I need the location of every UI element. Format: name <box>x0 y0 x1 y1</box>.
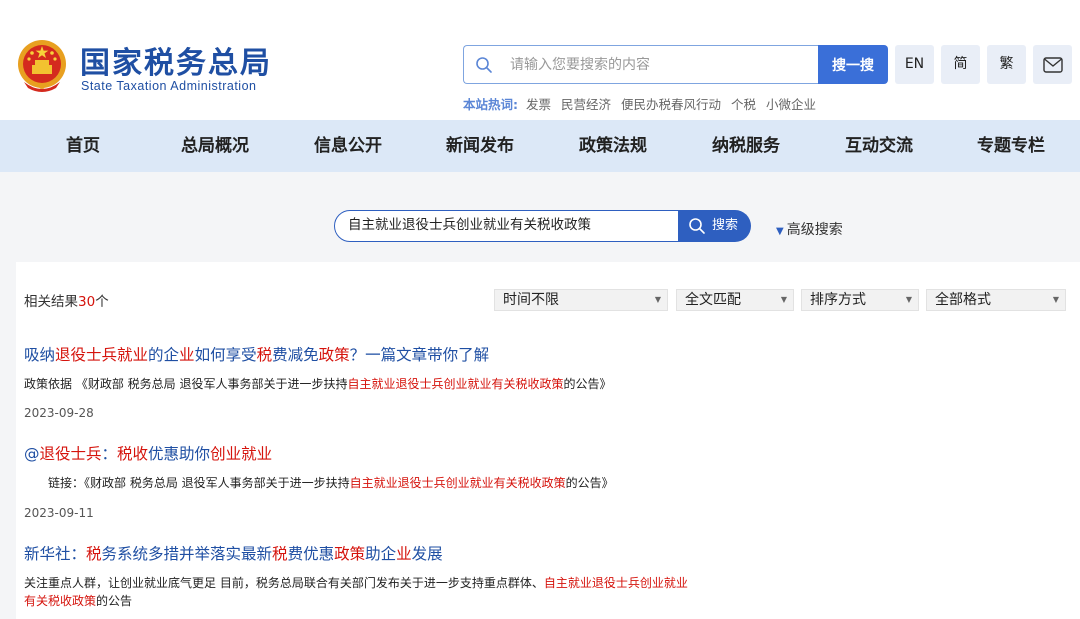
match-filter-value: 全文匹配 <box>685 292 741 308</box>
text-segment: ： <box>101 445 118 463</box>
match-filter-select[interactable]: 全文匹配 ▼ <box>676 289 794 311</box>
nav-item-special-topics[interactable]: 专题专栏 <box>956 120 1066 172</box>
query-input[interactable]: 自主就业退役士兵创业就业有关税收政策 <box>334 210 680 242</box>
text-segment: 的公告》 <box>565 476 614 490</box>
text-segment: 助企 <box>365 545 397 563</box>
site-search-button[interactable]: 搜一搜 <box>818 45 888 84</box>
search-icon <box>689 218 705 234</box>
lang-traditional-button[interactable]: 繁 <box>987 45 1026 84</box>
search-icon <box>476 57 492 73</box>
keyword-highlight: 自主就业退役士兵创业就业 <box>543 576 688 590</box>
nav-item-news[interactable]: 新闻发布 <box>425 120 535 172</box>
result-snippet: 链接：《财政部 税务总局 退役军人事务部关于进一步扶持自主就业退役士兵创业就业有… <box>48 474 614 491</box>
nav-item-tax-service[interactable]: 纳税服务 <box>691 120 801 172</box>
text-segment: 发展 <box>411 545 443 563</box>
keyword-highlight: 政策 <box>334 545 366 563</box>
result-count-prefix: 相关结果 <box>24 294 78 310</box>
keyword-highlight: 税 <box>86 545 102 563</box>
keyword-highlight: 自主就业退役士兵创业就业有关税收政策 <box>349 476 566 490</box>
hot-words: 本站热词: 发票 民营经济 便民办税春风行动 个税 小微企业 <box>463 94 822 113</box>
main-nav: 首页 总局概况 信息公开 新闻发布 政策法规 纳税服务 互动交流 专题专栏 <box>0 120 1080 172</box>
format-filter-value: 全部格式 <box>935 292 991 308</box>
lang-simplified-button[interactable]: 简 <box>941 45 980 84</box>
mail-button[interactable] <box>1033 45 1072 84</box>
result-snippet: 有关税收政策的公告 <box>24 592 132 609</box>
result-count: 相关结果30个 <box>24 290 109 310</box>
advanced-search-label: 高级搜索 <box>786 222 843 238</box>
hot-word-link[interactable]: 便民办税春风行动 <box>621 97 721 112</box>
keyword-highlight: 退役士兵 <box>39 445 102 463</box>
text-segment: @ <box>24 445 40 463</box>
result-snippet: 关注重点人群，让创业就业底气更足 目前，税务总局联合有关部门发布关于进一步支持重… <box>24 574 688 591</box>
result-count-number: 30 <box>78 294 96 310</box>
site-search-box <box>463 45 819 84</box>
text-segment: 务系统多措并举落实最新 <box>101 545 273 563</box>
nav-item-home[interactable]: 首页 <box>28 120 138 172</box>
advanced-search-link[interactable]: ▼ 高级搜索 <box>776 219 843 239</box>
lang-en-button[interactable]: EN <box>895 45 934 84</box>
text-segment: 链接：《财政部 税务总局 退役军人事务部关于进一步扶持 <box>48 476 350 490</box>
time-filter-value: 时间不限 <box>503 292 559 308</box>
mail-icon <box>1042 57 1063 73</box>
text-segment: 费减免 <box>272 346 319 364</box>
keyword-highlight: 业 <box>179 346 195 364</box>
sort-filter-value: 排序方式 <box>810 292 866 308</box>
keyword-highlight: 税 <box>256 346 273 364</box>
nav-item-policy[interactable]: 政策法规 <box>558 120 668 172</box>
hot-word-link[interactable]: 个税 <box>731 97 756 112</box>
sort-filter-select[interactable]: 排序方式 ▼ <box>801 289 919 311</box>
result-title-link[interactable]: @退役士兵：税收优惠助你创业就业 <box>24 442 272 464</box>
hot-words-label: 本站热词: <box>463 97 518 112</box>
keyword-highlight: 税 <box>272 545 288 563</box>
result-snippet: 政策依据 《财政部 税务总局 退役军人事务部关于进一步扶持自主就业退役士兵创业就… <box>24 375 611 392</box>
keyword-highlight: 退役士兵就业 <box>55 346 149 364</box>
nav-item-info-disclosure[interactable]: 信息公开 <box>293 120 403 172</box>
text-segment: 的企 <box>148 346 180 364</box>
site-title[interactable]: 国家税务总局 <box>80 38 272 82</box>
dropdown-arrow-icon: ▼ <box>1052 295 1059 304</box>
keyword-highlight: 税收 <box>117 445 149 463</box>
keyword-highlight: 自主就业退役士兵创业就业有关税收政策 <box>347 377 564 391</box>
keyword-highlight: 创业就业 <box>210 445 273 463</box>
hot-word-link[interactable]: 小微企业 <box>766 97 816 112</box>
national-emblem-icon <box>18 40 66 92</box>
result-title-link[interactable]: 新华社：税务系统多措并举落实最新税费优惠政策助企业发展 <box>24 542 443 564</box>
text-segment: 的公告 <box>96 594 133 608</box>
result-date: 2023-09-28 <box>24 406 94 420</box>
site-subtitle: State Taxation Administration <box>81 79 257 93</box>
triangle-down-icon: ▼ <box>776 226 784 237</box>
nav-item-interaction[interactable]: 互动交流 <box>824 120 934 172</box>
dropdown-arrow-icon: ▼ <box>780 295 787 304</box>
query-search-button[interactable]: 搜索 <box>678 210 751 242</box>
query-search-label: 搜索 <box>712 218 739 233</box>
site-search-input[interactable] <box>510 54 800 76</box>
text-segment: 政策依据 《财政部 税务总局 退役军人事务部关于进一步扶持 <box>24 377 348 391</box>
text-segment: 费优惠 <box>287 545 335 563</box>
dropdown-arrow-icon: ▼ <box>654 295 661 304</box>
result-title-link[interactable]: 吸纳退役士兵就业的企业如何享受税费减免政策？一篇文章带你了解 <box>24 343 489 365</box>
format-filter-select[interactable]: 全部格式 ▼ <box>926 289 1066 311</box>
time-filter-select[interactable]: 时间不限 ▼ <box>494 289 668 311</box>
text-segment: 关注重点人群，让创业就业底气更足 目前，税务总局联合有关部门发布关于进一步支持重… <box>24 576 544 590</box>
text-segment: 的公告》 <box>563 377 612 391</box>
result-count-suffix: 个 <box>95 294 109 310</box>
text-segment: 优惠助你 <box>148 445 211 463</box>
text-segment: 新华社： <box>24 545 87 563</box>
text-segment: ？一篇文章带你了解 <box>349 346 490 364</box>
hot-word-link[interactable]: 发票 <box>526 97 551 112</box>
nav-item-overview[interactable]: 总局概况 <box>160 120 270 172</box>
keyword-highlight: 有关税收政策 <box>24 594 97 608</box>
keyword-highlight: 政策 <box>318 346 350 364</box>
keyword-highlight: 业 <box>396 545 412 563</box>
dropdown-arrow-icon: ▼ <box>905 295 912 304</box>
hot-word-link[interactable]: 民营经济 <box>561 97 611 112</box>
result-date: 2023-09-11 <box>24 506 94 520</box>
text-segment: 吸纳 <box>24 346 56 364</box>
text-segment: 如何享受 <box>194 346 257 364</box>
results-panel <box>16 262 1080 619</box>
